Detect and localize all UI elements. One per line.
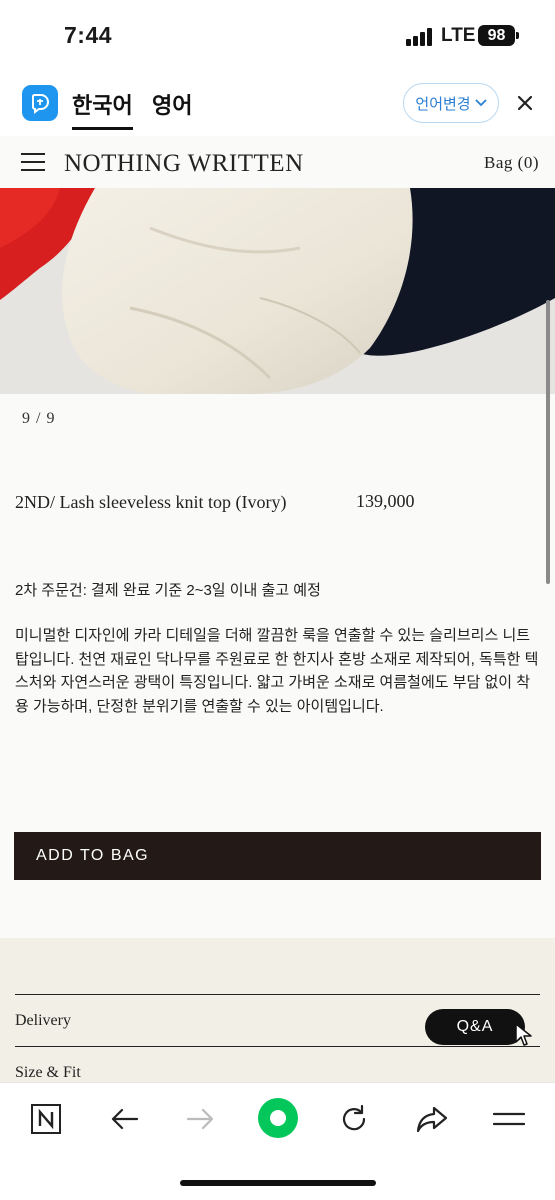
site-header: NOTHING WRITTEN Bag (0) [0,136,555,188]
menu-icon[interactable] [489,1099,529,1139]
site-logo[interactable]: NOTHING WRITTEN [64,150,304,178]
info-row-size-fit[interactable]: Size & Fit [15,1046,540,1086]
add-to-bag-button[interactable]: ADD TO BAG [14,832,541,880]
home-indicator[interactable] [180,1180,376,1186]
hamburger-menu-icon[interactable] [21,153,45,171]
signal-icon [406,28,436,46]
status-time: 7:44 [64,22,113,48]
change-language-button[interactable]: 언어변경 [403,83,499,123]
change-language-label: 언어변경 [415,95,471,113]
share-icon[interactable] [412,1099,452,1139]
reload-icon[interactable] [334,1099,374,1139]
product-price: 139,000 [356,491,415,511]
close-icon[interactable] [514,92,536,114]
chevron-down-icon [474,99,487,107]
back-arrow-icon[interactable] [104,1099,144,1139]
papago-logo-icon[interactable] [22,85,58,121]
bag-link[interactable]: Bag (0) [484,153,539,173]
shipping-note: 2차 주문건: 결제 완료 기준 2~3일 이내 출고 예정 [15,582,321,599]
cursor-icon [515,1023,532,1046]
translator-bar: 한국어 영어 언어변경 [0,72,555,136]
home-circle-icon[interactable] [257,1097,299,1139]
forward-arrow-icon[interactable] [181,1099,221,1139]
product-image[interactable] [0,188,555,394]
battery-tip [516,32,519,39]
status-bar: 7:44 LTE 98 [0,0,555,72]
battery-icon: 98 [478,25,515,46]
network-type: LTE [441,25,476,46]
tab-korean[interactable]: 한국어 [72,88,133,130]
n-tab-icon[interactable] [26,1099,66,1139]
product-description: 미니멀한 디자인에 카라 디테일을 더해 깔끔한 룩을 연출할 수 있는 슬리브… [15,627,539,715]
scroll-indicator[interactable] [546,300,550,584]
image-counter: 9 / 9 [22,410,56,427]
info-label-delivery: Delivery [15,1012,71,1029]
product-name: 2ND/ Lash sleeveless knit top (Ivory) [15,492,287,512]
info-label-size-fit: Size & Fit [15,1064,81,1081]
qa-button[interactable]: Q&A [425,1009,525,1045]
tab-english[interactable]: 영어 [152,88,192,120]
